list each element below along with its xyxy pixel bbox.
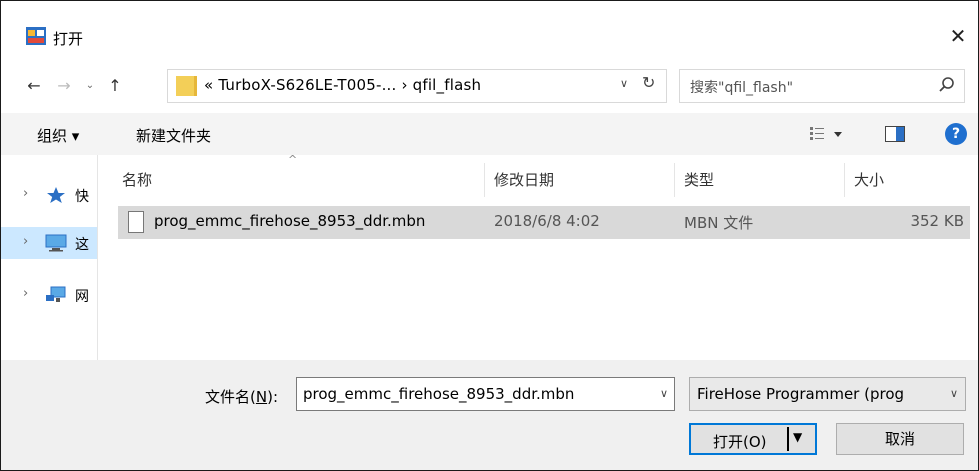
- star-pin-icon: [47, 187, 65, 203]
- network-icon: [46, 286, 66, 302]
- column-divider[interactable]: [484, 163, 485, 197]
- organize-button[interactable]: 组织 ▾: [37, 125, 79, 146]
- sidebar-item-label: 网: [75, 289, 89, 305]
- sort-ascending-icon: ^: [288, 153, 298, 166]
- change-view-icon[interactable]: [809, 125, 847, 143]
- new-folder-button[interactable]: 新建文件夹: [136, 125, 211, 146]
- file-type: MBN 文件: [684, 214, 754, 232]
- search-box[interactable]: 搜索"qfil_flash": [679, 69, 965, 103]
- filename-label-accesskey: N: [255, 388, 268, 406]
- forward-arrow-icon: →: [57, 76, 71, 95]
- file-type-filter[interactable]: FireHose Programmer (prog ∨: [689, 377, 966, 411]
- split-divider: [787, 427, 789, 451]
- column-header-date[interactable]: 修改日期: [494, 169, 554, 190]
- filename-label-suffix: ):: [267, 388, 278, 406]
- column-header-name[interactable]: 名称: [122, 169, 152, 190]
- filename-label: 文件名(N):: [205, 386, 278, 407]
- sidebar-item-this-pc[interactable]: › 这: [1, 227, 97, 259]
- close-icon: ✕: [949, 24, 967, 48]
- chevron-right-icon[interactable]: ›: [23, 286, 28, 301]
- help-icon[interactable]: ?: [945, 123, 967, 145]
- refresh-icon[interactable]: ↻: [642, 73, 655, 92]
- file-icon: [128, 211, 144, 233]
- sidebar-item-label: 快: [75, 189, 89, 205]
- search-icon[interactable]: [936, 74, 958, 96]
- sidebar-item-quick-access[interactable]: › 快: [1, 179, 97, 211]
- sidebar-item-network[interactable]: › 网: [1, 279, 97, 311]
- open-options-dropdown-icon[interactable]: ▼: [793, 430, 802, 444]
- filename-label-prefix: 文件名(: [205, 388, 256, 406]
- file-size: 352 KB: [910, 212, 964, 230]
- dialog-title: 打开: [53, 30, 84, 48]
- up-arrow-icon: ↑: [108, 76, 122, 95]
- sidebar-item-label: 这: [75, 237, 89, 253]
- back-button[interactable]: ←: [23, 73, 45, 99]
- filename-field[interactable]: prog_emmc_firehose_8953_ddr.mbn ∨: [296, 377, 675, 411]
- app-icon: [26, 27, 46, 45]
- preview-pane-icon[interactable]: [885, 126, 905, 142]
- computer-icon: [45, 234, 67, 252]
- chevron-down-icon[interactable]: ∨: [943, 378, 965, 410]
- file-name: prog_emmc_firehose_8953_ddr.mbn: [154, 212, 426, 230]
- filename-value[interactable]: prog_emmc_firehose_8953_ddr.mbn: [303, 385, 574, 403]
- open-button-label: 打开(O): [713, 433, 767, 451]
- column-header-type[interactable]: 类型: [684, 169, 714, 190]
- command-toolbar: 组织 ▾ 新建文件夹 ?: [1, 113, 978, 155]
- column-header-size[interactable]: 大小: [854, 169, 884, 190]
- folder-icon: [176, 76, 197, 96]
- address-dropdown-icon[interactable]: ∨: [620, 77, 628, 90]
- up-folder-button[interactable]: ↑: [104, 73, 126, 99]
- title-bar: 打开 ✕: [1, 1, 978, 61]
- recent-locations-button[interactable]: ⌄: [83, 73, 97, 99]
- file-type-filter-value: FireHose Programmer (prog: [697, 385, 905, 403]
- chevron-down-icon[interactable]: ∨: [660, 387, 668, 400]
- column-divider[interactable]: [844, 163, 845, 197]
- navigation-pane: › 快 › 这 › 网: [1, 155, 98, 360]
- search-input[interactable]: 搜索"qfil_flash": [690, 77, 793, 97]
- open-button[interactable]: 打开(O) ▼: [689, 423, 817, 455]
- column-header-label: 名称: [122, 171, 153, 189]
- chevron-right-icon[interactable]: ›: [23, 234, 28, 249]
- column-divider[interactable]: [674, 163, 675, 197]
- forward-button[interactable]: →: [53, 73, 75, 99]
- file-list: 名称 ^ 修改日期 类型 大小 prog_emmc_firehose_8953_…: [98, 153, 978, 360]
- navigation-bar: ← → ⌄ ↑ « TurboX-S626LE-T005-... › qfil_…: [1, 61, 978, 113]
- cancel-button[interactable]: 取消: [836, 423, 964, 455]
- address-path[interactable]: « TurboX-S626LE-T005-... › qfil_flash: [204, 76, 481, 94]
- open-file-dialog: 打开 ✕ ← → ⌄ ↑ « TurboX-S626LE-T005-... › …: [0, 0, 979, 471]
- chevron-down-icon: ⌄: [85, 80, 95, 91]
- back-arrow-icon: ←: [27, 76, 41, 95]
- file-date: 2018/6/8 4:02: [494, 212, 600, 230]
- address-bar[interactable]: « TurboX-S626LE-T005-... › qfil_flash ∨ …: [167, 69, 667, 103]
- table-row[interactable]: prog_emmc_firehose_8953_ddr.mbn 2018/6/8…: [118, 206, 970, 239]
- chevron-right-icon[interactable]: ›: [23, 186, 28, 201]
- close-button[interactable]: ✕: [938, 18, 978, 54]
